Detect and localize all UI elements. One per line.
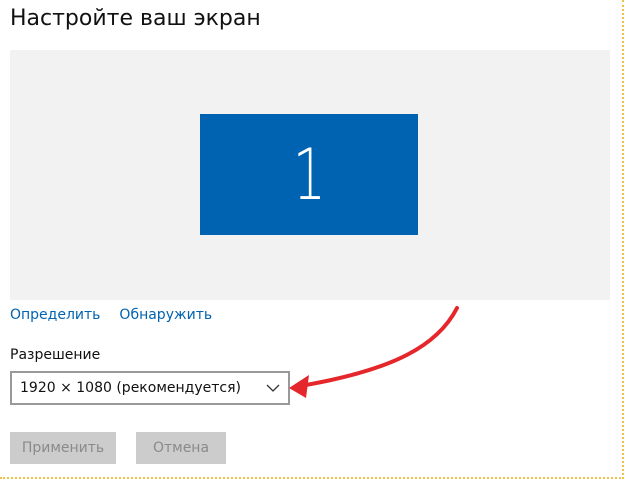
- page-title: Настройте ваш экран: [10, 6, 261, 31]
- identify-link[interactable]: Определить: [10, 307, 100, 323]
- resolution-value: 1920 × 1080 (рекомендуется): [20, 380, 241, 396]
- resolution-dropdown[interactable]: 1920 × 1080 (рекомендуется): [10, 371, 290, 405]
- detect-link[interactable]: Обнаружить: [119, 307, 212, 323]
- display-links: Определить Обнаружить: [10, 305, 212, 325]
- monitor-number: 1: [292, 133, 326, 216]
- chevron-down-icon: [266, 384, 280, 392]
- monitor-tile[interactable]: 1: [200, 114, 418, 235]
- resolution-label: Разрешение: [10, 347, 101, 363]
- cancel-button[interactable]: Отмена: [136, 432, 226, 464]
- apply-button[interactable]: Применить: [10, 432, 116, 464]
- display-arrangement-area: 1: [10, 50, 610, 300]
